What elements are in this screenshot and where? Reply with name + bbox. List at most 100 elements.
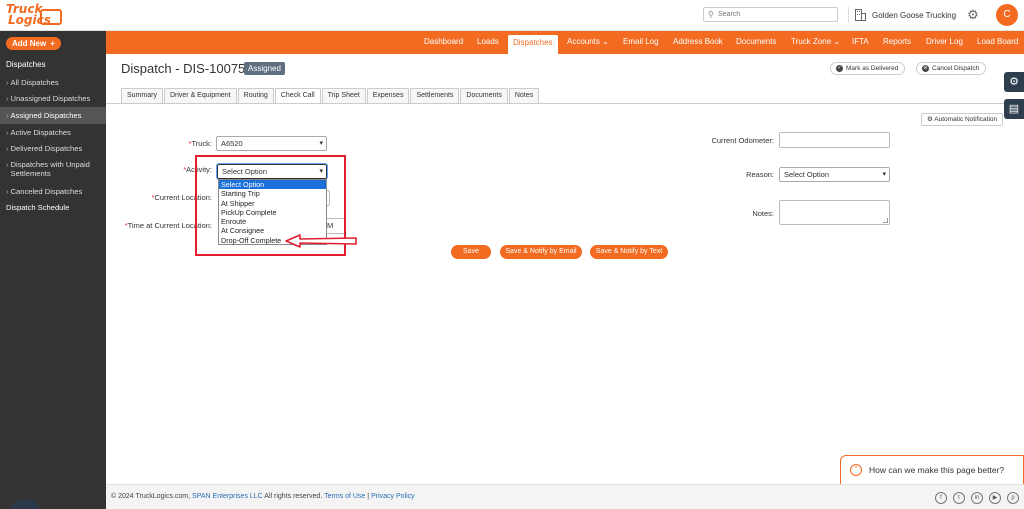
sidebar-item-unassigned-dispatches[interactable]: › Unassigned Dispatches bbox=[0, 91, 106, 108]
floating-notes-icon[interactable]: ▤ bbox=[1004, 99, 1024, 119]
current-odometer-input[interactable] bbox=[779, 132, 890, 148]
sidebar-item-assigned-dispatches[interactable]: › Assigned Dispatches bbox=[0, 107, 106, 124]
search-input[interactable] bbox=[718, 9, 833, 20]
add-new-button[interactable]: Add New + bbox=[6, 37, 61, 50]
chat-bubble-icon[interactable] bbox=[9, 499, 41, 509]
notes-textarea[interactable] bbox=[779, 200, 890, 225]
tab-summary[interactable]: Summary bbox=[121, 88, 163, 103]
notes-label: Notes: bbox=[752, 209, 774, 218]
sidebar-item-active-dispatches[interactable]: › Active Dispatches bbox=[0, 124, 106, 141]
sidebar-item-label: Canceled Dispatches bbox=[10, 186, 83, 196]
feedback-tab[interactable]: ⌃ How can we make this page better? bbox=[840, 455, 1024, 484]
nav-accounts-label: Accounts bbox=[567, 37, 600, 46]
nav-email-log[interactable]: Email Log bbox=[623, 37, 659, 46]
sidebar: Add New + Dispatches › All Dispatches › Una… bbox=[0, 31, 106, 509]
nav-address-book[interactable]: Address Book bbox=[673, 37, 723, 46]
add-new-label: Add New bbox=[12, 39, 47, 48]
tab-check-call[interactable]: Check Call bbox=[274, 88, 321, 104]
tab-driver-equipment[interactable]: Driver & Equipment bbox=[163, 88, 237, 103]
building-icon bbox=[855, 9, 866, 21]
sidebar-item-unpaid-settlements[interactable]: › Dispatches with Unpaid Settlements bbox=[0, 157, 106, 183]
tab-expenses[interactable]: Expenses bbox=[366, 88, 410, 103]
twitter-icon[interactable]: t bbox=[953, 492, 965, 504]
youtube-icon[interactable]: ▶ bbox=[989, 492, 1001, 504]
sidebar-item-delivered-dispatches[interactable]: › Delivered Dispatches bbox=[0, 140, 106, 157]
tab-settlements[interactable]: Settlements bbox=[410, 88, 460, 103]
company-name: Golden Goose Trucking bbox=[872, 10, 957, 20]
nav-accounts[interactable]: Accounts ⌄ bbox=[567, 37, 609, 46]
tab-trip-sheet[interactable]: Trip Sheet bbox=[321, 88, 366, 103]
footer: © 2024 TruckLogics.com, SPAN Enterprises… bbox=[106, 484, 1024, 509]
nav-dashboard[interactable]: Dashboard bbox=[424, 37, 463, 46]
gear-icon: ⚙ bbox=[927, 116, 933, 123]
chevron-down-icon: ⌄ bbox=[602, 37, 609, 46]
nav-truck-zone-label: Truck Zone bbox=[791, 37, 832, 46]
settings-gear-icon[interactable]: ⚙ bbox=[966, 8, 980, 22]
privacy-policy-link[interactable]: Privacy Policy bbox=[371, 493, 415, 500]
pinterest-icon[interactable]: p bbox=[1007, 492, 1019, 504]
sidebar-item-label: Unassigned Dispatches bbox=[10, 94, 91, 104]
terms-of-use-link[interactable]: Terms of Use bbox=[324, 493, 365, 500]
cancel-dispatch-label: Cancel Dispatch bbox=[932, 65, 980, 72]
sidebar-item-label-line1: Dispatches with Unpaid bbox=[10, 159, 90, 169]
nav-driver-log[interactable]: Driver Log bbox=[926, 37, 963, 46]
resize-grip-icon[interactable] bbox=[883, 218, 888, 223]
sidebar-item-label: Assigned Dispatches bbox=[10, 110, 82, 120]
sidebar-item-canceled-dispatches[interactable]: › Canceled Dispatches bbox=[0, 183, 106, 200]
linkedin-icon[interactable]: in bbox=[971, 492, 983, 504]
tab-documents[interactable]: Documents bbox=[460, 88, 508, 103]
floating-gear-icon[interactable]: ⚙ bbox=[1004, 72, 1024, 92]
cancel-dispatch-button[interactable]: ⊘ Cancel Dispatch bbox=[916, 62, 987, 75]
nav-documents[interactable]: Documents bbox=[736, 37, 776, 46]
nav-loads[interactable]: Loads bbox=[477, 37, 499, 46]
sidebar-section-title: Dispatches bbox=[6, 60, 46, 69]
sidebar-item-all-dispatches[interactable]: › All Dispatches bbox=[0, 74, 106, 91]
save-button[interactable]: Save bbox=[451, 245, 491, 259]
chevron-right-icon: › bbox=[6, 110, 9, 120]
reason-select[interactable]: Select Option ▾ bbox=[779, 167, 890, 182]
chevron-right-icon: › bbox=[6, 144, 9, 154]
automatic-notification-button[interactable]: ⚙ Automatic Notification bbox=[921, 113, 1004, 126]
user-avatar[interactable]: C bbox=[996, 4, 1018, 26]
sidebar-item-label: Dispatch Schedule bbox=[6, 203, 70, 213]
footer-text: © 2024 TruckLogics.com, SPAN Enterprises… bbox=[111, 493, 415, 500]
facebook-icon[interactable]: f bbox=[935, 492, 947, 504]
chevron-down-icon: ▾ bbox=[319, 140, 323, 147]
chevron-right-icon: › bbox=[6, 77, 9, 87]
save-notify-text-button[interactable]: Save & Notify by Text bbox=[590, 245, 668, 259]
trucklogics-logo[interactable]: Truck Logics bbox=[6, 3, 62, 29]
tab-routing[interactable]: Routing bbox=[237, 88, 274, 103]
chevron-up-icon: ⌃ bbox=[850, 464, 862, 476]
sidebar-item-label-line2: Settlements bbox=[10, 168, 51, 178]
copyright-text: © 2024 TruckLogics.com, bbox=[111, 493, 191, 500]
company-selector[interactable]: Golden Goose Trucking bbox=[848, 7, 956, 23]
truck-select-value: A6520 bbox=[221, 139, 243, 148]
nav-dispatches[interactable]: Dispatches bbox=[508, 35, 558, 54]
truck-select[interactable]: A6520 ▾ bbox=[216, 136, 327, 151]
nav-truck-zone[interactable]: Truck Zone ⌄ bbox=[791, 37, 840, 46]
nav-load-board[interactable]: Load Board bbox=[977, 37, 1018, 46]
sidebar-item-label: Delivered Dispatches bbox=[10, 144, 83, 154]
page-title: Dispatch - DIS-10075 bbox=[121, 61, 246, 76]
chevron-right-icon: › bbox=[6, 127, 9, 137]
nav-reports[interactable]: Reports bbox=[883, 37, 911, 46]
status-badge: Assigned bbox=[244, 62, 285, 75]
automatic-notification-label: Automatic Notification bbox=[934, 116, 998, 123]
save-notify-email-button[interactable]: Save & Notify by Email bbox=[500, 245, 582, 259]
sidebar-item-label: Dispatches with Unpaid Settlements bbox=[11, 160, 90, 178]
search-icon: ⚲ bbox=[708, 10, 714, 19]
tab-notes[interactable]: Notes bbox=[508, 88, 540, 103]
search-box[interactable]: ⚲ bbox=[703, 7, 838, 22]
sidebar-item-label: All Dispatches bbox=[10, 77, 59, 87]
rights-text: All rights reserved. bbox=[264, 493, 323, 500]
mark-as-delivered-button[interactable]: ✓ Mark as Delivered bbox=[830, 62, 906, 75]
nav-ifta[interactable]: IFTA bbox=[852, 37, 869, 46]
feedback-text: How can we make this page better? bbox=[869, 465, 1005, 475]
span-enterprises-link[interactable]: SPAN Enterprises LLC bbox=[192, 493, 263, 500]
sidebar-item-dispatch-schedule[interactable]: Dispatch Schedule bbox=[0, 200, 106, 217]
current-odometer-label: Current Odometer: bbox=[711, 136, 774, 145]
dispatch-tabs: Summary Driver & Equipment Routing Check… bbox=[121, 88, 540, 104]
reason-label: Reason: bbox=[746, 170, 774, 179]
annotation-arrow-icon bbox=[285, 234, 357, 248]
plus-icon: + bbox=[50, 39, 55, 48]
